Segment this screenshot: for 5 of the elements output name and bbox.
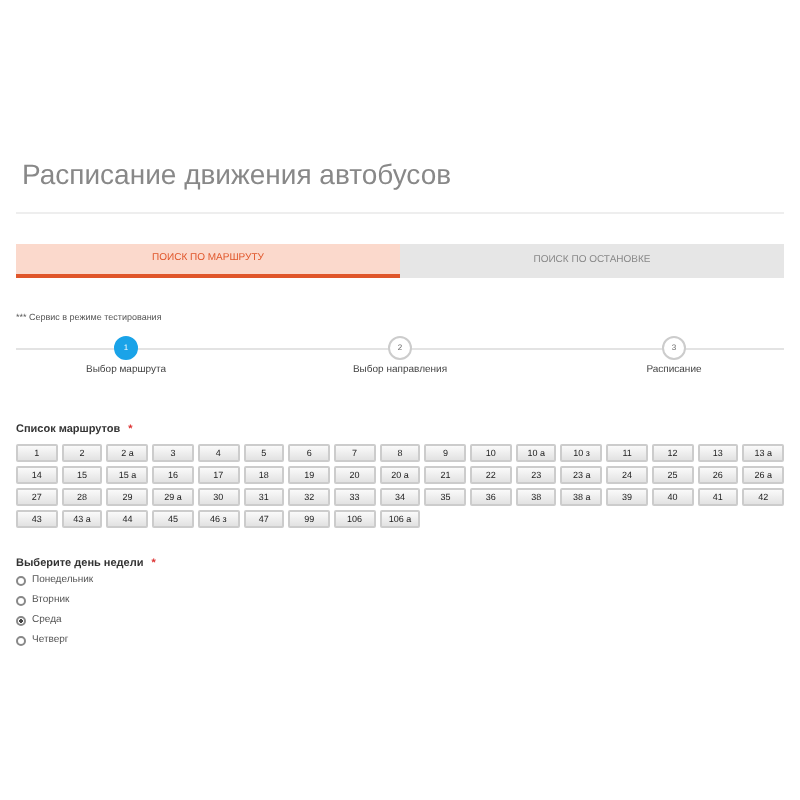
radio-button[interactable] [16, 596, 26, 607]
page-title: Расписание движения автобусов [22, 156, 454, 192]
radio-button[interactable] [16, 576, 26, 587]
radio-button[interactable] [16, 616, 26, 627]
radio-button[interactable] [16, 636, 26, 647]
